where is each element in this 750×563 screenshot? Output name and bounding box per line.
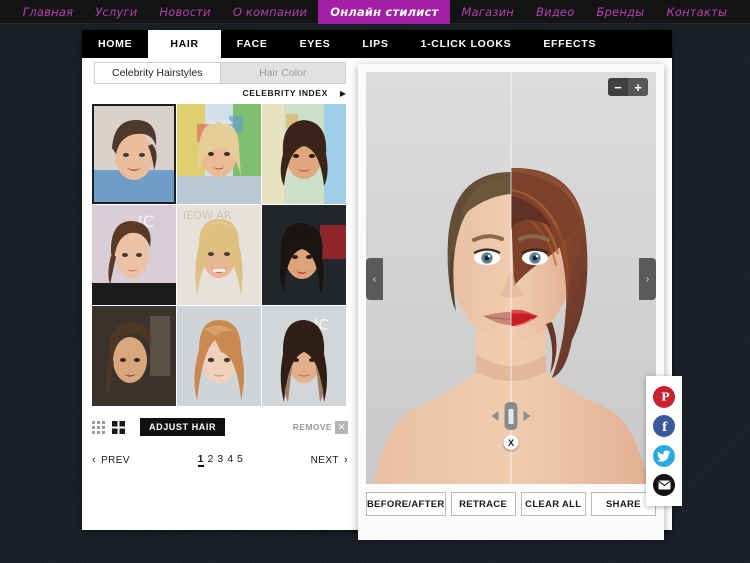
pagination-prev-button[interactable]: ‹ PREV [92, 454, 130, 466]
email-icon[interactable] [653, 474, 675, 497]
tab-effects[interactable]: EFFECTS [527, 30, 612, 58]
celebrity-thumb-2[interactable] [177, 104, 261, 204]
clear-all-button[interactable]: CLEAR ALL [520, 492, 586, 516]
pagination-page-3[interactable]: 3 [217, 453, 223, 467]
celebrity-thumb-3[interactable] [262, 104, 346, 204]
zoom-out-button[interactable]: − [608, 78, 628, 96]
site-navigation-bar: Главная Услуги Новости О компании Онлайн… [0, 0, 750, 24]
site-nav-item-magazin[interactable]: Магазин [450, 0, 525, 24]
next-look-arrow-button[interactable]: › [639, 258, 656, 300]
site-nav-item-uslugi[interactable]: Услуги [84, 0, 148, 24]
chevron-left-icon: ‹ [92, 454, 97, 466]
svg-text:P: P [661, 391, 669, 404]
site-nav-item-video[interactable]: Видео [525, 0, 585, 24]
facebook-glyph: f [662, 420, 668, 433]
celebrity-index-link[interactable]: CELEBRITY INDEX ▶ [94, 86, 346, 100]
tab-eyes[interactable]: EYES [284, 30, 347, 58]
chevron-right-icon: ▶ [339, 88, 346, 98]
retrace-button[interactable]: RETRACE [450, 492, 516, 516]
celebrity-portrait-image: IEOW AR [177, 205, 261, 305]
social-share-panel: P f [646, 376, 682, 506]
makeover-app-panel: HOME HAIR FACE EYES LIPS 1-CLICK LOOKS E… [82, 30, 682, 540]
celebrity-thumb-8[interactable] [177, 306, 261, 406]
pagination-bar: ‹ PREV 1 2 3 4 5 NEXT › [92, 450, 348, 470]
celebrity-portrait-image: IC [92, 205, 176, 305]
twitter-bird-glyph [657, 450, 671, 462]
preview-action-buttons: BEFORE/AFTER RETRACE CLEAR ALL SHARE [366, 492, 657, 516]
split-handle-row [491, 402, 531, 430]
remove-label: REMOVE [292, 422, 332, 432]
before-after-button[interactable]: BEFORE/AFTER [366, 492, 446, 516]
hairstyle-controls-row: ADJUST HAIR REMOVE ✕ [92, 416, 348, 438]
celebrity-portrait-image [177, 306, 261, 406]
celebrity-thumb-4[interactable]: IC [92, 205, 176, 305]
tab-lips[interactable]: LIPS [346, 30, 404, 58]
celebrity-portrait-image [92, 104, 176, 204]
split-drag-handle[interactable] [504, 402, 518, 430]
site-nav-item-onlayn-stilist[interactable]: Онлайн стилист [318, 0, 451, 24]
split-right-arrow-icon[interactable] [523, 411, 531, 421]
chevron-right-icon: › [343, 454, 348, 466]
pinterest-glyph: P [661, 391, 669, 404]
site-nav-item-glavnaya[interactable]: Главная [12, 0, 84, 24]
hairstyle-browser-column: Celebrity Hairstyles Hair Color CELEBRIT… [86, 58, 354, 526]
pagination-page-4[interactable]: 4 [227, 453, 233, 467]
facebook-icon[interactable]: f [653, 415, 675, 438]
pagination-page-5[interactable]: 5 [237, 453, 243, 467]
zoom-control: − + [608, 78, 648, 96]
adjust-hair-button[interactable]: ADJUST HAIR [140, 418, 226, 436]
pinterest-icon[interactable]: P [653, 385, 675, 408]
site-nav-item-brendy[interactable]: Бренды [585, 0, 655, 24]
celebrity-thumb-9[interactable]: IC [262, 306, 346, 406]
category-tab-bar: HOME HAIR FACE EYES LIPS 1-CLICK LOOKS E… [82, 30, 672, 58]
celebrity-portrait-image [262, 205, 346, 305]
celebrity-thumb-6[interactable] [262, 205, 346, 305]
site-nav-item-kontakty[interactable]: Контакты [655, 0, 738, 24]
pagination-prev-label: PREV [101, 454, 130, 466]
subtab-hair-color[interactable]: Hair Color [220, 62, 346, 84]
grid-3x3-icon[interactable] [92, 420, 105, 434]
celebrity-portrait-image [262, 104, 346, 204]
grid-2x2-icon[interactable] [112, 420, 125, 434]
pagination-page-1[interactable]: 1 [197, 453, 204, 467]
tab-1-click-looks[interactable]: 1-CLICK LOOKS [405, 30, 528, 58]
remove-hairstyle-button[interactable]: REMOVE ✕ [292, 420, 348, 434]
site-nav-item-o-kompanii[interactable]: О компании [222, 0, 318, 24]
celebrity-thumb-7[interactable] [92, 306, 176, 406]
close-split-button[interactable]: X [503, 435, 519, 450]
pagination-next-label: NEXT [310, 454, 339, 466]
tab-home[interactable]: HOME [82, 30, 148, 58]
pagination-next-button[interactable]: NEXT › [311, 454, 348, 466]
hair-subtab-bar: Celebrity Hairstyles Hair Color [94, 62, 346, 84]
pagination-page-2[interactable]: 2 [208, 453, 214, 467]
twitter-icon[interactable] [653, 444, 675, 467]
split-left-arrow-icon[interactable] [491, 411, 499, 421]
celebrity-thumb-1[interactable] [92, 104, 176, 204]
celebrity-thumbnail-grid: IC IEOW AR IC [92, 104, 348, 410]
subtab-celebrity-hairstyles[interactable]: Celebrity Hairstyles [94, 62, 221, 84]
celebrity-thumb-5[interactable]: IEOW AR [177, 205, 261, 305]
celebrity-portrait-image: IC [262, 306, 346, 406]
zoom-in-button[interactable]: + [628, 78, 648, 96]
tab-face[interactable]: FACE [221, 30, 284, 58]
celebrity-portrait-image [92, 306, 176, 406]
envelope-glyph [657, 480, 671, 490]
svg-text:f: f [662, 420, 668, 433]
previous-look-arrow-button[interactable]: ‹ [366, 258, 383, 300]
celebrity-index-label: CELEBRITY INDEX [242, 88, 328, 98]
close-x-icon: ✕ [335, 420, 348, 434]
site-nav-item-novosti[interactable]: Новости [148, 0, 221, 24]
before-after-split-control: X [491, 402, 531, 450]
celebrity-portrait-image [177, 104, 261, 204]
tab-hair[interactable]: HAIR [148, 30, 221, 58]
pagination-page-numbers: 1 2 3 4 5 [197, 453, 243, 467]
makeover-preview-panel: − + ‹ › X P f BEFORE/AFTER RETRACE CLEAR… [358, 64, 682, 540]
before-after-photo-stage[interactable]: − + ‹ › X [366, 72, 656, 484]
